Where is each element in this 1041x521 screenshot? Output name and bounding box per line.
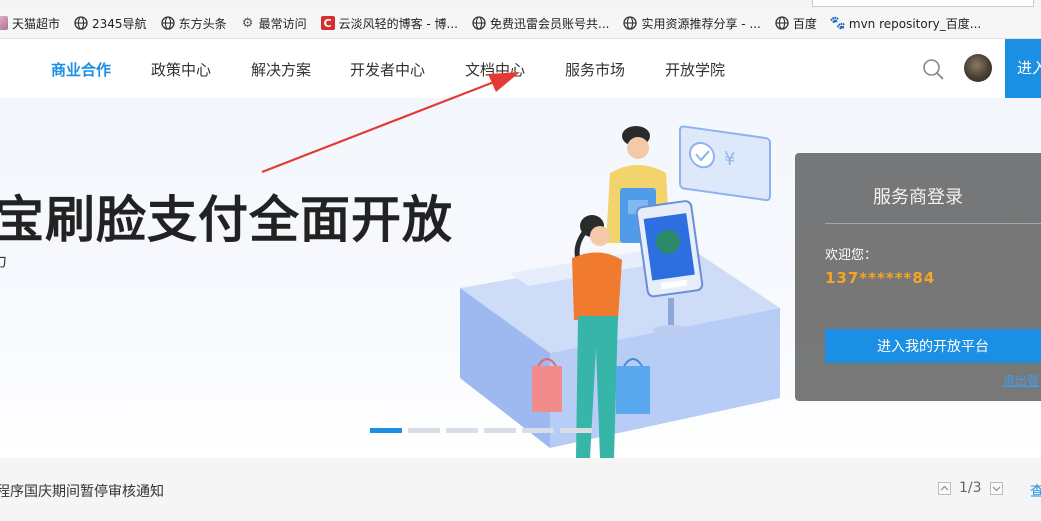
divider bbox=[825, 223, 1041, 224]
avatar[interactable] bbox=[964, 54, 992, 82]
enter-platform-button[interactable]: 进入我的开放平台 bbox=[825, 329, 1041, 363]
bookmark-2345[interactable]: 2345导航 bbox=[74, 15, 147, 32]
globe-icon bbox=[74, 16, 88, 30]
browser-address-sliver bbox=[0, 0, 1041, 8]
bookmark-label: 云淡风轻的博客 - 博... bbox=[338, 16, 458, 31]
bookmark-tmall[interactable]: 天猫超市 bbox=[0, 15, 60, 32]
browser-search-box[interactable] bbox=[812, 0, 1034, 7]
baidu-paw-icon: 🐾 bbox=[829, 15, 846, 31]
bookmark-baidu[interactable]: 百度 bbox=[775, 15, 817, 32]
bookmark-label: 天猫超市 bbox=[12, 16, 61, 31]
login-panel: 服务商登录 欢迎您： 137******84 进入我的开放平台 退出登 bbox=[795, 153, 1041, 401]
face-pay-illustration: ¥ bbox=[460, 125, 780, 458]
notice-bar: 程序国庆期间暂停审核通知 1/3 查 bbox=[0, 458, 1041, 521]
bookmark-blog[interactable]: C 云淡风轻的博客 - 博... bbox=[320, 15, 458, 32]
nav-item-market[interactable]: 服务市场 bbox=[565, 59, 625, 80]
tmall-icon bbox=[0, 16, 8, 30]
bookmark-xunlei[interactable]: 免费迅雷会员账号共... bbox=[472, 15, 609, 32]
bookmark-label: mvn repository_百度... bbox=[848, 16, 982, 31]
bookmark-resources[interactable]: 实用资源推荐分享 - ... bbox=[623, 15, 761, 32]
carousel-dot[interactable] bbox=[484, 428, 516, 433]
logout-link[interactable]: 退出登 bbox=[1003, 372, 1039, 389]
nav-item-developer[interactable]: 开发者中心 bbox=[350, 59, 425, 80]
globe-icon bbox=[623, 16, 638, 30]
carousel-dots bbox=[370, 428, 598, 433]
nav-item-academy[interactable]: 开放学院 bbox=[665, 59, 725, 80]
globe-icon bbox=[775, 16, 789, 30]
hero-subtitle: 力 bbox=[0, 250, 7, 271]
hero-title: 宝刷脸支付全面开放 bbox=[0, 191, 453, 249]
globe-icon bbox=[160, 16, 175, 30]
bookmark-label: 实用资源推荐分享 - ... bbox=[641, 16, 761, 31]
carousel-dot[interactable] bbox=[370, 428, 402, 433]
chevron-down-icon[interactable] bbox=[989, 481, 1003, 495]
bookmark-mvn[interactable]: 🐾 mvn repository_百度... bbox=[829, 15, 982, 32]
nav-item-business[interactable]: 商业合作 bbox=[51, 59, 111, 80]
bookmark-most-visited[interactable]: ⚙ 最常访问 bbox=[241, 15, 307, 32]
chevron-up-icon[interactable] bbox=[938, 481, 951, 495]
bookmarks-bar: 天猫超市 2345导航 东方头条 ⚙ 最常访问 C 云淡风轻的博客 - 博...… bbox=[0, 8, 1041, 39]
address-bar-fragment[interactable] bbox=[0, 0, 760, 6]
carousel-dot[interactable] bbox=[446, 428, 478, 433]
nav-item-policy[interactable]: 政策中心 bbox=[151, 59, 211, 80]
login-title: 服务商登录 bbox=[873, 187, 963, 208]
page-indicator: 1/3 bbox=[959, 480, 982, 496]
site-header: 商业合作 政策中心 解决方案 开发者中心 文档中心 服务市场 开放学院 进入 bbox=[0, 39, 1041, 98]
bookmark-label: 百度 bbox=[792, 16, 817, 31]
notice-text[interactable]: 程序国庆期间暂停审核通知 bbox=[0, 481, 164, 501]
more-link[interactable]: 查 bbox=[1030, 481, 1041, 501]
notice-pager: 1/3 bbox=[938, 480, 1003, 496]
nav-item-solutions[interactable]: 解决方案 bbox=[251, 59, 311, 80]
globe-icon bbox=[472, 16, 486, 30]
bookmark-label: 最常访问 bbox=[258, 16, 307, 31]
nav-item-docs[interactable]: 文档中心 bbox=[465, 59, 525, 80]
bookmark-dongfang[interactable]: 东方头条 bbox=[160, 15, 227, 32]
carousel-dot[interactable] bbox=[408, 428, 440, 433]
gear-icon: ⚙ bbox=[241, 15, 254, 31]
bookmark-label: 东方头条 bbox=[178, 16, 227, 31]
csdn-icon: C bbox=[320, 16, 335, 30]
enter-button[interactable]: 进入 bbox=[1005, 39, 1041, 98]
bookmark-label: 2345导航 bbox=[92, 16, 147, 31]
carousel-dot[interactable] bbox=[560, 428, 592, 433]
account-number: 137******84 bbox=[825, 269, 936, 287]
carousel-dot[interactable] bbox=[522, 428, 554, 433]
welcome-text: 欢迎您： bbox=[825, 248, 878, 263]
bookmark-label: 免费迅雷会员账号共... bbox=[490, 16, 610, 31]
svg-text:¥: ¥ bbox=[724, 148, 735, 171]
search-icon[interactable] bbox=[922, 58, 944, 80]
